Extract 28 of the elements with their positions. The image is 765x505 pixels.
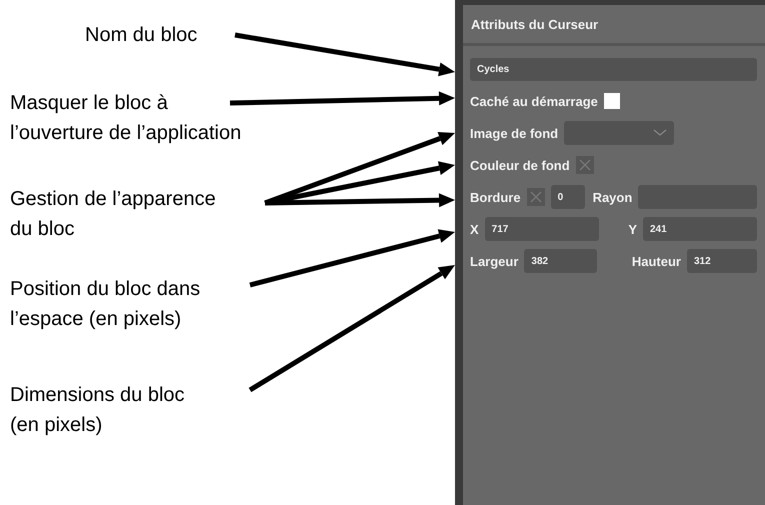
chevron-down-icon	[653, 129, 668, 137]
y-field[interactable]: 241	[643, 217, 757, 241]
height-field[interactable]: 312	[687, 249, 757, 273]
color-swatch[interactable]	[526, 188, 545, 206]
annotation-text: Masquer le bloc à l’ouverture de l’application	[10, 91, 242, 146]
annotation-text: Gestion de l’apparence du bloc	[10, 187, 216, 242]
field-label: Couleur de fond	[470, 158, 570, 172]
border-field[interactable]: 0	[550, 185, 585, 209]
color-swatch[interactable]	[576, 156, 594, 174]
dropdown[interactable]	[564, 121, 674, 145]
checkbox[interactable]	[604, 93, 620, 109]
annotation-text: Nom du bloc	[85, 23, 198, 48]
field-label: Caché au démarrage	[470, 94, 598, 108]
x-field[interactable]: 717	[484, 217, 599, 241]
field-label: Rayon	[592, 190, 632, 204]
field-label: X	[470, 222, 479, 236]
cross-icon	[530, 191, 542, 203]
field-label: Y	[628, 222, 637, 236]
name-field[interactable]: Cycles	[470, 58, 757, 81]
field-label: Largeur	[470, 254, 518, 268]
field-label: Bordure	[470, 190, 521, 204]
annotation-text: Dimensions du bloc (en pixels)	[10, 383, 185, 438]
field-label: Image de fond	[470, 126, 558, 140]
width-field[interactable]: 382	[524, 249, 598, 273]
annotation-text: Position du bloc dans l’espace (en pixels)	[10, 277, 200, 332]
panel-title: Attributs du Curseur	[463, 5, 765, 46]
cross-icon	[578, 159, 591, 171]
field-label: Hauteur	[632, 254, 681, 268]
